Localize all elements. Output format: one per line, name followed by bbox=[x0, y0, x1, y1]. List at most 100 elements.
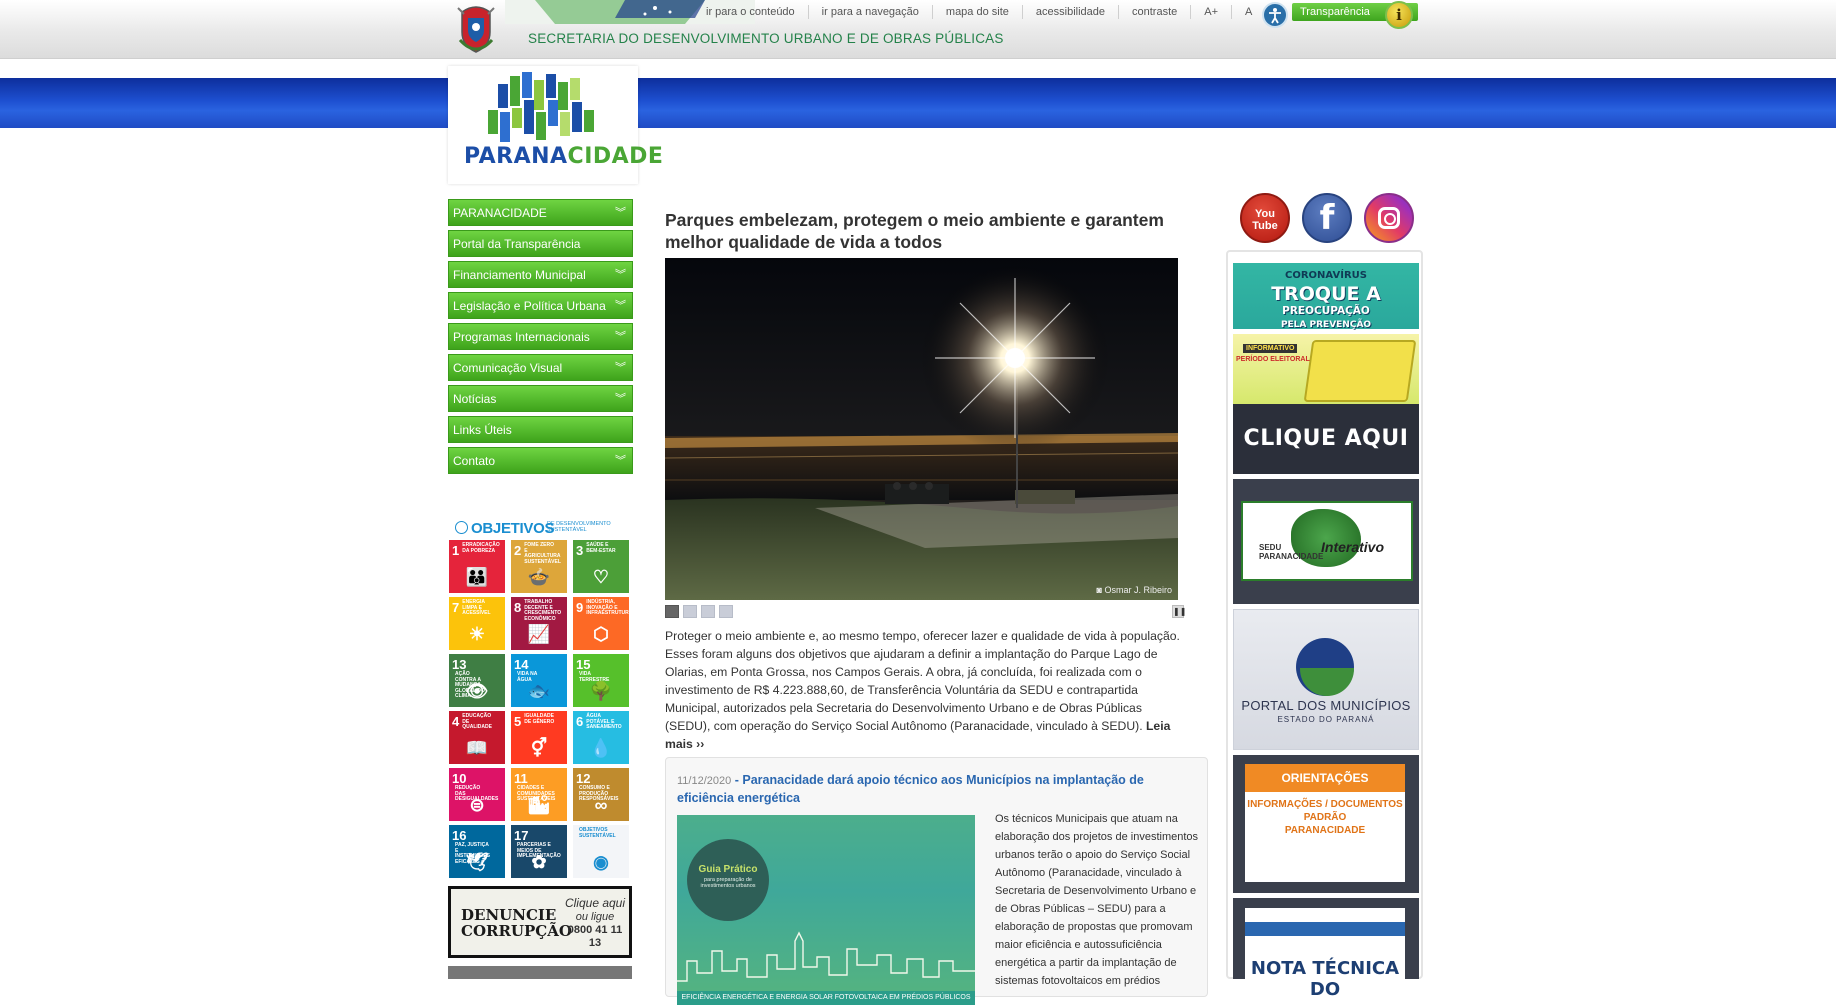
sdg-tile-15[interactable]: 16PAZ, JUSTIÇA E INSTITUIÇÕES EFICAZES 🕊 bbox=[449, 825, 505, 878]
youtube-icon[interactable]: You Tube bbox=[1240, 193, 1290, 243]
sidebar-item-4[interactable]: Programas Internacionais ︾ bbox=[448, 323, 633, 350]
slider-dot[interactable] bbox=[665, 605, 679, 618]
orient-body3: PARANACIDADE bbox=[1284, 825, 1366, 836]
chevron-down-icon[interactable]: ︾ bbox=[615, 293, 626, 320]
sidebar-item-label: Programas Internacionais bbox=[453, 330, 590, 344]
sdg-header-main: OBJETIVOS bbox=[471, 520, 555, 537]
parana-crest-icon[interactable] bbox=[454, 2, 498, 54]
chevron-down-icon[interactable]: ︾ bbox=[615, 262, 626, 289]
sdg-label: TRABALHO DECENTE E CRESCIMENTO ECONÔMICO bbox=[524, 599, 562, 622]
sidebar-item-7[interactable]: Links Úteis bbox=[448, 416, 633, 443]
portal-municipios-banner[interactable]: PORTAL DOS MUNICÍPIOS ESTADO DO PARANÁ bbox=[1233, 609, 1419, 750]
top-bar: SECRETARIA DO DESENVOLVIMENTO URBANO E D… bbox=[0, 0, 1836, 59]
sdg-tile-0[interactable]: 1 ERRADICAÇÃO DA POBREZA 👪 bbox=[449, 540, 505, 593]
sidebar-item-6[interactable]: Notícias ︾ bbox=[448, 385, 633, 412]
clique-aqui-button[interactable]: CLIQUE AQUI bbox=[1233, 404, 1419, 474]
sidebar-item-label: PARANACIDADE bbox=[453, 206, 547, 220]
corona-line1: CORONAVÍRUS bbox=[1285, 270, 1367, 281]
accessibility-person-icon[interactable] bbox=[1262, 2, 1288, 28]
news-item: 11/12/2020 - Paranacidade dará apoio téc… bbox=[665, 757, 1208, 1005]
slider-dot[interactable] bbox=[701, 605, 715, 618]
font-reset-link[interactable]: A bbox=[1231, 5, 1265, 19]
featured-photo[interactable]: ◙ Osmar J. Ribeiro bbox=[665, 258, 1178, 600]
sdg-tile-3[interactable]: 7 ENERGIA LIMPA E ACESSÍVEL ☀ bbox=[449, 597, 505, 650]
sdg-tile-4[interactable]: 8 TRABALHO DECENTE E CRESCIMENTO ECONÔMIC… bbox=[511, 597, 567, 650]
chevron-down-icon[interactable]: ︾ bbox=[615, 386, 626, 413]
featured-headline[interactable]: Parques embelezam, protegem o meio ambie… bbox=[665, 209, 1195, 253]
sidebar-bottom-banner[interactable] bbox=[448, 966, 632, 979]
eleitoral-top: INFORMATIVO PERÍODO ELEITORAL bbox=[1233, 334, 1419, 404]
news-image[interactable]: Guia Prático para preparação de investim… bbox=[677, 815, 975, 1005]
info-icon[interactable]: i bbox=[1385, 1, 1413, 29]
chevron-down-icon[interactable]: ︾ bbox=[615, 200, 626, 227]
portal-subtitle: ESTADO DO PARANÁ bbox=[1277, 715, 1375, 724]
denuncie-corrupcao-banner[interactable]: DENUNCIE CORRUPÇÃO Clique aqui ou ligue 0… bbox=[448, 886, 632, 958]
sidebar-nav: PARANACIDADE ︾ Portal da Transparência Fina… bbox=[448, 199, 633, 478]
sidebar-item-3[interactable]: Legislação e Política Urbana ︾ bbox=[448, 292, 633, 319]
sidebar-item-8[interactable]: Contato ︾ bbox=[448, 447, 633, 474]
sdg-tile-5[interactable]: 9 INDÚSTRIA, INOVAÇÃO E INFRAESTRUTURA ⬡ bbox=[573, 597, 632, 650]
sdg-label: EDUCAÇÃO DE QUALIDADE bbox=[462, 713, 492, 730]
featured-summary: Proteger o meio ambiente e, ao mesmo tem… bbox=[665, 627, 1190, 753]
denuncie-cta2: ou ligue bbox=[575, 911, 615, 923]
news-title[interactable]: 11/12/2020 - Paranacidade dará apoio téc… bbox=[677, 772, 1177, 807]
contrast-link[interactable]: contraste bbox=[1118, 5, 1190, 19]
sdg-header-sub: DE DESENVOLVIMENTO SUSTENTÁVEL bbox=[547, 521, 611, 533]
nota-tecnica-banner[interactable]: NOTA TÉCNICA DO bbox=[1233, 898, 1419, 1000]
sitemap-link[interactable]: mapa do site bbox=[931, 5, 1022, 19]
slider-dot[interactable] bbox=[719, 605, 733, 618]
sdg-label: ERRADICAÇÃO DA POBREZA bbox=[462, 542, 500, 554]
sdg-tile-12[interactable]: 10REDUÇÃO DAS DESIGUALDADES ⊜ bbox=[449, 768, 505, 821]
sdg-icon: 💧 bbox=[589, 738, 613, 758]
orientacoes-body: INFORMAÇÕES / DOCUMENTOS PADRÃO PARANACI… bbox=[1245, 798, 1405, 837]
slider-dot[interactable] bbox=[683, 605, 697, 618]
paranacidade-logo[interactable]: PARANACIDADE bbox=[448, 66, 663, 184]
sdg-icon: ∞ bbox=[594, 795, 608, 815]
sidebar-item-label: Notícias bbox=[453, 392, 497, 406]
periodo-eleitoral-banner[interactable]: INFORMATIVO PERÍODO ELEITORAL CLIQUE AQU… bbox=[1233, 334, 1419, 474]
denuncie-phone: 0800 41 11 13 bbox=[567, 924, 623, 949]
sdg-tile-17[interactable]: OBJETIVOS SUSTENTÁVEL ◉ bbox=[573, 825, 629, 878]
coronavirus-banner[interactable]: CORONAVÍRUS TROQUE A PREOCUPAÇÃO PELA PR… bbox=[1233, 263, 1419, 330]
chevron-down-icon[interactable]: ︾ bbox=[615, 355, 626, 382]
sdg-tile-14[interactable]: 12CONSUMO E PRODUÇÃO RESPONSÁVEIS ∞ bbox=[573, 768, 629, 821]
sdg-tile-1[interactable]: 2 FOME ZERO E AGRICULTURA SUSTENTÁVEL 🍲 bbox=[511, 540, 567, 593]
sidebar-item-1[interactable]: Portal da Transparência bbox=[448, 230, 633, 257]
sdg-number: 12 bbox=[576, 771, 591, 786]
sidebar-item-5[interactable]: Comunicação Visual ︾ bbox=[448, 354, 633, 381]
sdg-tile-13[interactable]: 11CIDADES E COMUNIDADES SUSTENTÁVEIS 🏙 bbox=[511, 768, 567, 821]
sdg-tile-7[interactable]: 14VIDA NA ÁGUA 🐟 bbox=[511, 654, 567, 707]
sdg-number: 3 bbox=[576, 543, 584, 558]
sdg-tile-9[interactable]: 4 EDUCAÇÃO DE QUALIDADE 📖 bbox=[449, 711, 505, 764]
orientacoes-banner[interactable]: ORIENTAÇÕES INFORMAÇÕES / DOCUMENTOS PAD… bbox=[1233, 755, 1419, 893]
sdg-tile-8[interactable]: 15VIDA TERRESTRE 🌳 bbox=[573, 654, 629, 707]
skip-to-nav-link[interactable]: ir para a navegação bbox=[807, 5, 932, 19]
facebook-icon[interactable]: f bbox=[1302, 193, 1352, 243]
sdg-tile-11[interactable]: 6 ÁGUA POTÁVEL E SANEAMENTO 💧 bbox=[573, 711, 629, 764]
sidebar-item-0[interactable]: PARANACIDADE ︾ bbox=[448, 199, 633, 226]
denuncie-cta1: Clique aqui bbox=[564, 896, 626, 910]
chevron-down-icon[interactable]: ︾ bbox=[615, 324, 626, 351]
sdg-number: 5 bbox=[514, 714, 522, 729]
sdg-number: 17 bbox=[514, 828, 529, 843]
sdg-number: 9 bbox=[576, 600, 584, 615]
social-links: You Tube f bbox=[1240, 193, 1414, 243]
instagram-icon[interactable] bbox=[1364, 193, 1414, 243]
orient-body2: PADRÃO bbox=[1303, 812, 1347, 823]
sedu-interativo-banner[interactable]: SEDU PARANACIDADE Interativo bbox=[1233, 479, 1419, 604]
sdg-tile-6[interactable]: 13AÇÃO CONTRA A MUDANÇA GLOBAL DO CLIMA 👁 bbox=[449, 654, 505, 707]
skip-to-content-link[interactable]: ir para o conteúdo bbox=[698, 5, 808, 19]
font-increase-link[interactable]: A+ bbox=[1190, 5, 1231, 19]
accessibility-link[interactable]: acessibilidade bbox=[1021, 5, 1118, 19]
instagram-camera-glyph bbox=[1378, 207, 1400, 229]
slider-pause-button[interactable]: ❚❚ bbox=[1172, 605, 1186, 618]
chevron-down-icon[interactable]: ︾ bbox=[615, 448, 626, 475]
sdg-tile-16[interactable]: 17PARCERIAS E MEIOS DE IMPLEMENTAÇÃO ✿ bbox=[511, 825, 567, 878]
sdg-tile-10[interactable]: 5 IGUALDADE DE GÊNERO ⚥ bbox=[511, 711, 567, 764]
sdg-header[interactable]: OBJETIVOS DE DESENVOLVIMENTO SUSTENTÁVEL bbox=[455, 520, 635, 538]
sidebar-item-label: Contato bbox=[453, 454, 496, 468]
sdg-tile-2[interactable]: 3 SAÚDE E BEM-ESTAR ♡ bbox=[573, 540, 629, 593]
sidebar-item-2[interactable]: Financiamento Municipal ︾ bbox=[448, 261, 633, 288]
news-title-text[interactable]: - Paranacidade dará apoio técnico aos Mu… bbox=[677, 773, 1144, 805]
nota-divider bbox=[1245, 922, 1405, 936]
